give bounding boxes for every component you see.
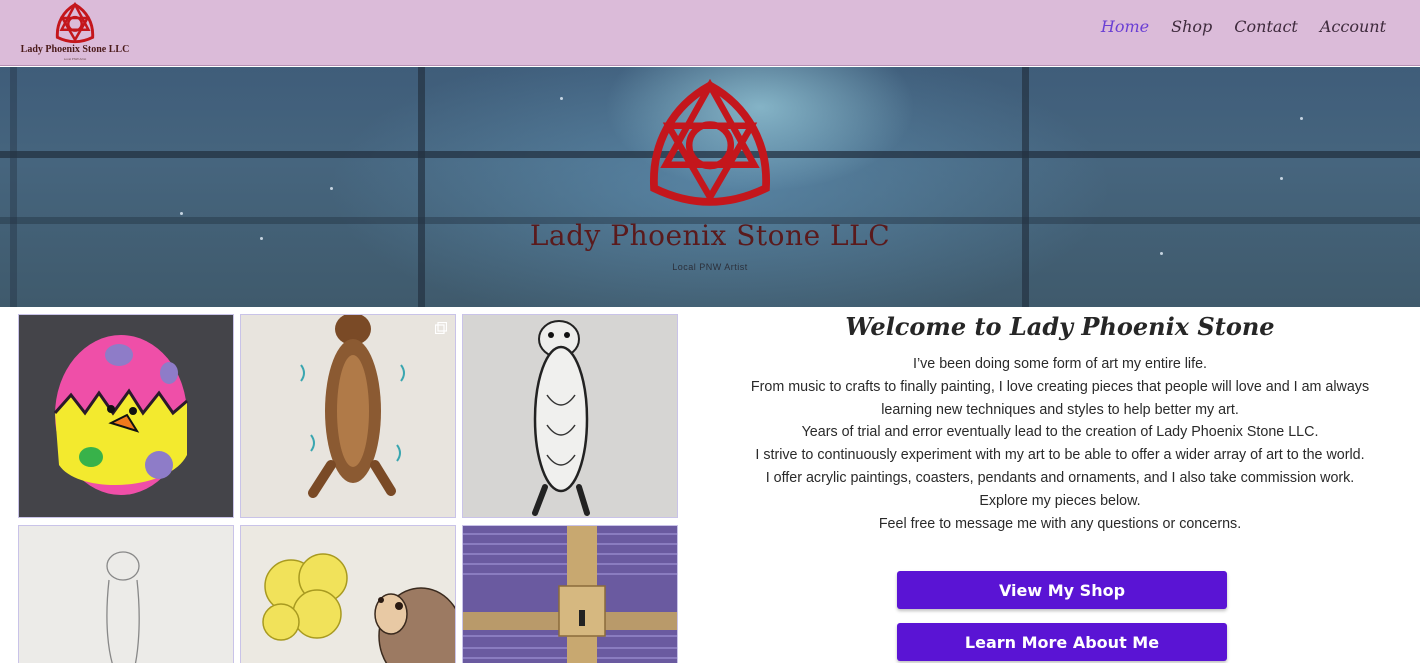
paint-speck [1300, 117, 1303, 120]
paint-speck [330, 187, 333, 190]
welcome-paragraph: From music to crafts to finally painting… [750, 378, 1370, 418]
nav-shop[interactable]: Shop [1171, 15, 1212, 38]
welcome-section: Welcome to Lady Phoenix Stone I’ve been … [700, 312, 1420, 661]
triquetra-hero-icon [650, 79, 770, 206]
gallery-item-egg-rock[interactable] [18, 314, 234, 518]
welcome-title: Welcome to Lady Phoenix Stone [845, 312, 1275, 341]
logo-name: Lady Phoenix Stone LLC [20, 44, 130, 55]
welcome-paragraph: Years of trial and error eventually lead… [801, 424, 1319, 441]
main-nav: Home Shop Contact Account [1101, 15, 1386, 38]
logo-tagline: Local PNW Artist [63, 57, 87, 61]
nav-account[interactable]: Account [1320, 15, 1386, 38]
welcome-text: I’ve been doing some form of art my enti… [700, 353, 1420, 535]
site-header: Lady Phoenix Stone LLC Local PNW Artist … [0, 0, 1420, 66]
purple-box-image [463, 526, 677, 663]
learn-more-button[interactable]: Learn More About Me [897, 623, 1227, 661]
multi-image-icon [435, 322, 447, 334]
sketch-otter-image [19, 526, 233, 663]
site-logo[interactable]: Lady Phoenix Stone LLC Local PNW Artist [20, 2, 130, 64]
welcome-paragraph: Feel free to message me with any questio… [878, 515, 1242, 532]
paint-speck [180, 212, 183, 215]
paint-speck [1160, 252, 1163, 255]
paint-speck [1280, 177, 1283, 180]
gallery-item-hedgehog[interactable] [240, 525, 456, 663]
hedgehog-image [241, 526, 455, 663]
gallery-item-ink-otter[interactable] [462, 314, 678, 518]
triquetra-logo-icon [55, 2, 95, 44]
welcome-paragraph: Explore my pieces below. [979, 492, 1141, 509]
gallery-item-purple-box[interactable] [462, 525, 678, 663]
ink-otter-image [463, 315, 677, 517]
view-shop-button[interactable]: View My Shop [897, 571, 1227, 609]
nav-contact[interactable]: Contact [1234, 15, 1298, 38]
paint-speck [560, 97, 563, 100]
nav-home[interactable]: Home [1101, 15, 1149, 38]
instagram-gallery [18, 314, 678, 663]
egg-rock-image [19, 315, 233, 517]
welcome-paragraph: I offer acrylic paintings, coasters, pen… [765, 469, 1355, 486]
brown-otter-image [241, 315, 455, 517]
welcome-paragraph: I’ve been doing some form of art my enti… [912, 356, 1207, 372]
hero-title: Lady Phoenix Stone LLC [529, 219, 891, 252]
welcome-paragraph: I strive to continuously experiment with… [755, 447, 1365, 464]
hero-tagline: Local PNW Artist [672, 262, 748, 272]
gallery-item-brown-otter[interactable] [240, 314, 456, 518]
hero-banner: Lady Phoenix Stone LLC Local PNW Artist [0, 67, 1420, 307]
gallery-item-sketch-otter[interactable] [18, 525, 234, 663]
